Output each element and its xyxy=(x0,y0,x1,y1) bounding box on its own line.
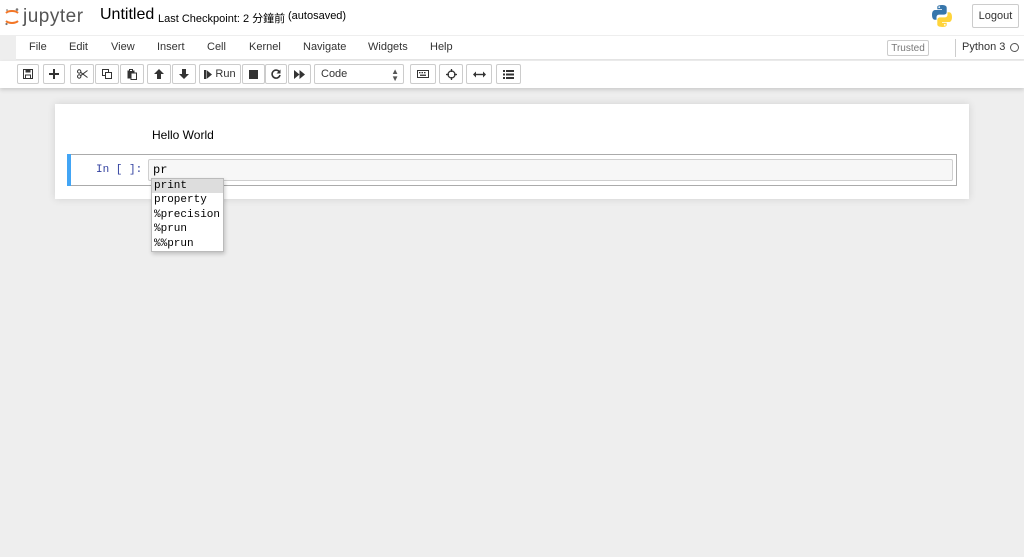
insert-cell-button[interactable] xyxy=(43,64,65,84)
list-icon xyxy=(503,69,514,79)
menubar: File Edit View Insert Cell Kernel Naviga… xyxy=(16,36,1024,60)
menu-cell[interactable]: Cell xyxy=(207,41,226,53)
menu-kernel[interactable]: Kernel xyxy=(249,41,281,53)
completion-item[interactable]: %prun xyxy=(152,222,223,236)
kernel-name: Python 3 xyxy=(962,41,1006,53)
completion-item[interactable]: %%prun xyxy=(152,237,223,251)
menu-help[interactable]: Help xyxy=(430,41,453,53)
crosshairs-icon xyxy=(445,68,457,80)
menu-edit[interactable]: Edit xyxy=(69,41,88,53)
header: jupyter Untitled Last Checkpoint: 2 分鐘前 … xyxy=(0,0,1024,35)
paste-icon xyxy=(127,68,137,80)
paste-button[interactable] xyxy=(120,64,144,84)
save-icon xyxy=(23,69,33,79)
autosave-status: (autosaved) xyxy=(288,10,347,22)
select-arrows-icon: ▲ ▼ xyxy=(391,67,399,83)
interrupt-kernel-button[interactable] xyxy=(242,64,265,84)
expand-button[interactable] xyxy=(466,64,492,84)
copy-icon xyxy=(102,69,112,79)
jupyter-logo-text: jupyter xyxy=(23,6,84,27)
run-button-label: Run xyxy=(215,68,236,80)
logout-button[interactable]: Logout xyxy=(972,4,1019,28)
menu-widgets[interactable]: Widgets xyxy=(368,41,408,53)
input-prompt: In [ ]: xyxy=(96,164,143,176)
completion-item[interactable]: %precision xyxy=(152,208,223,222)
fast-forward-icon xyxy=(294,69,305,79)
menu-view[interactable]: View xyxy=(111,41,135,53)
code-editor[interactable]: pr xyxy=(148,159,953,181)
cell-type-select[interactable]: Code ▲ ▼ xyxy=(314,64,404,84)
plus-icon xyxy=(49,69,59,79)
move-up-button[interactable] xyxy=(147,64,171,84)
move-down-button[interactable] xyxy=(172,64,196,84)
command-palette-button[interactable] xyxy=(410,64,436,84)
copy-button[interactable] xyxy=(95,64,119,84)
trusted-indicator[interactable]: Trusted xyxy=(887,40,929,56)
stop-icon xyxy=(249,69,258,79)
jupyter-logo-icon xyxy=(5,8,19,26)
keyboard-icon xyxy=(417,70,429,78)
notebook-name[interactable]: Untitled xyxy=(100,6,154,24)
save-button[interactable] xyxy=(17,64,39,84)
menu-insert[interactable]: Insert xyxy=(157,41,185,53)
completion-item[interactable]: property xyxy=(152,193,223,207)
kernel-idle-icon xyxy=(1010,43,1019,52)
cut-button[interactable] xyxy=(70,64,94,84)
toolbar: Run Code ▲ ▼ xyxy=(0,61,1024,88)
menu-file[interactable]: File xyxy=(29,41,47,53)
markdown-cell-output[interactable]: Hello World xyxy=(152,128,214,142)
run-button[interactable]: Run xyxy=(199,64,241,84)
cell-type-value: Code xyxy=(321,68,348,80)
menu-navigate[interactable]: Navigate xyxy=(303,41,346,53)
kernel-divider xyxy=(955,39,956,57)
restart-icon xyxy=(271,69,281,79)
arrow-up-icon xyxy=(154,69,164,79)
arrows-h-icon xyxy=(472,71,486,77)
python-logo-icon xyxy=(930,4,954,33)
autocomplete-dropdown: print property %precision %prun %%prun xyxy=(151,178,224,252)
restart-run-all-button[interactable] xyxy=(288,64,311,84)
step-forward-icon xyxy=(204,69,213,79)
completion-item[interactable]: print xyxy=(152,179,223,194)
checkpoint-status: Last Checkpoint: 2 分鐘前 xyxy=(158,13,286,25)
table-of-contents-button[interactable] xyxy=(496,64,521,84)
cut-icon xyxy=(76,69,88,79)
arrow-down-icon xyxy=(179,69,189,79)
restart-kernel-button[interactable] xyxy=(265,64,287,84)
target-button[interactable] xyxy=(439,64,463,84)
jupyter-logo[interactable]: jupyter xyxy=(4,5,94,29)
